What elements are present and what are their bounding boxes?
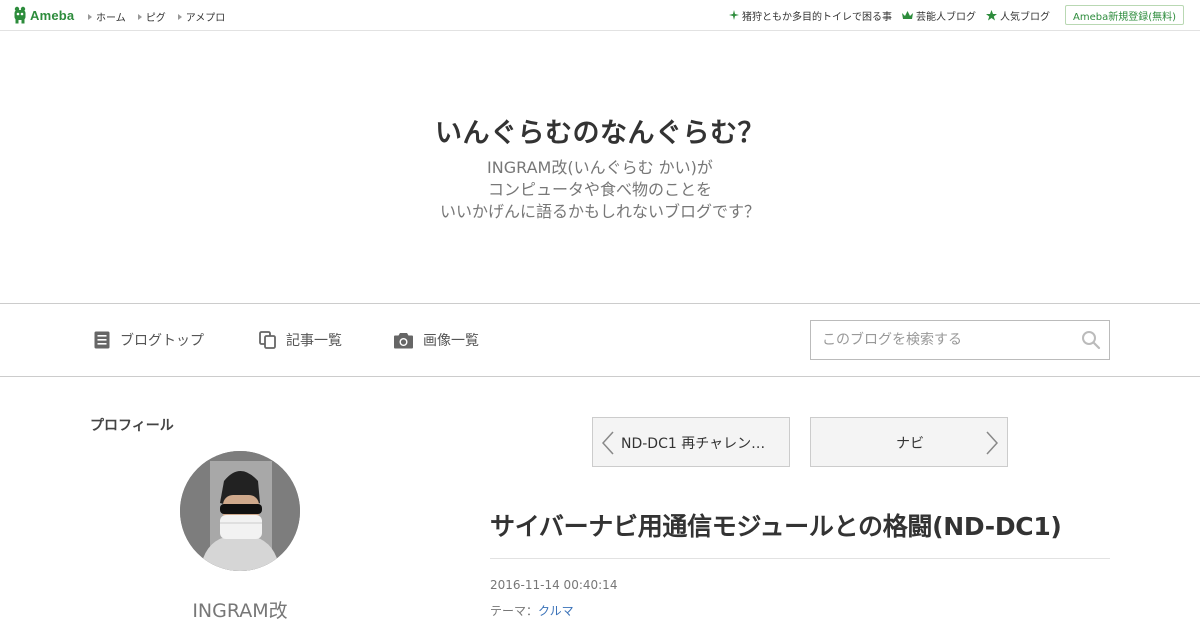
prev-article-label: ND-DC1 再チャレン… (621, 436, 766, 452)
crown-icon (901, 10, 913, 20)
nav-home-link[interactable]: ホーム (88, 9, 126, 24)
blog-search-input[interactable] (811, 321, 1071, 359)
blog-description: INGRAM改(いんぐらむ かい)が コンピュータや食べ物のことを いいかげんに… (0, 157, 1200, 223)
blog-header: いんぐらむのなんぐらむ？ INGRAM改(いんぐらむ かい)が コンピュータや食… (0, 31, 1200, 303)
celebrity-blog-label: 芸能人ブログ (915, 11, 976, 23)
chevron-right-icon (986, 431, 999, 459)
search-icon[interactable] (1081, 330, 1101, 354)
article-theme-link[interactable]: クルマ (538, 604, 574, 618)
blog-nav-bar: ブログトップ 記事一覧 画像一覧 (0, 303, 1200, 377)
nav-amepro-link[interactable]: アメプロ (177, 9, 226, 24)
profile-heading: プロフィール (90, 418, 174, 434)
sparkle-icon (728, 10, 739, 20)
blog-description-line: いいかげんに語るかもしれないブログです？ (439, 202, 760, 221)
nav-blog-top[interactable]: ブログトップ (94, 330, 204, 350)
prev-article-button[interactable]: ND-DC1 再チャレン… (592, 417, 790, 467)
title-divider (490, 558, 1110, 559)
camera-icon (394, 332, 413, 349)
article-title[interactable]: サイバーナビ用通信モジュールとの格闘(ND-DC1) (490, 507, 1110, 543)
trending-topic-label: 猪狩ともか多目的トイレで困る事 (741, 11, 892, 23)
nav-blog-top-label: ブログトップ (120, 333, 204, 349)
article-theme-prefix: テーマ： (490, 604, 539, 618)
nav-image-list-label: 画像一覧 (423, 333, 479, 349)
nav-article-list-label: 記事一覧 (286, 333, 342, 349)
nav-pigg-label: ピグ (145, 13, 166, 24)
global-nav: ホーム ピグ アメプロ (88, 9, 237, 24)
article-date: 2016-11-14 00:40:14 (490, 578, 618, 592)
blog-title[interactable]: いんぐらむのなんぐらむ？ (0, 111, 1200, 150)
document-icon (94, 331, 110, 349)
nav-home-label: ホーム (96, 13, 126, 24)
star-icon (985, 9, 997, 21)
global-right-links: 猪狩ともか多目的トイレで困る事 芸能人ブログ 人気ブログ Ameba新規登録(無… (719, 5, 1184, 25)
trending-topic-link[interactable]: 猪狩ともか多目的トイレで困る事 (728, 8, 892, 23)
blog-description-line: コンピュータや食べ物のことを (487, 180, 712, 199)
triangle-right-icon (88, 13, 92, 20)
article-theme: テーマ：クルマ (490, 602, 574, 619)
nav-pigg-link[interactable]: ピグ (137, 9, 166, 24)
next-article-label: ナビ (896, 436, 924, 452)
avatar[interactable] (180, 451, 300, 571)
ameba-logo-icon (13, 6, 27, 24)
nav-amepro-label: アメプロ (185, 13, 226, 24)
blog-description-line: INGRAM改(いんぐらむ かい)が (487, 158, 713, 177)
chevron-left-icon (601, 431, 614, 459)
nav-image-list[interactable]: 画像一覧 (394, 330, 479, 350)
triangle-right-icon (137, 13, 142, 20)
triangle-right-icon (177, 13, 182, 20)
copy-icon (259, 331, 276, 349)
ameba-logo-text: Ameba (30, 7, 75, 23)
register-button[interactable]: Ameba新規登録(無料) (1064, 5, 1184, 25)
profile-name[interactable]: INGRAM改 (90, 596, 390, 623)
global-header: Ameba ホーム ピグ アメプロ 猪狩ともか多目的トイレで困る事 芸能人ブログ… (0, 0, 1200, 31)
celebrity-blog-link[interactable]: 芸能人ブログ (901, 8, 976, 23)
blog-search-box (810, 320, 1110, 360)
popular-blog-label: 人気ブログ (999, 11, 1050, 23)
nav-article-list[interactable]: 記事一覧 (259, 330, 342, 350)
next-article-button[interactable]: ナビ (810, 417, 1008, 467)
ameba-logo[interactable]: Ameba (13, 6, 74, 24)
popular-blog-link[interactable]: 人気ブログ (985, 8, 1050, 23)
